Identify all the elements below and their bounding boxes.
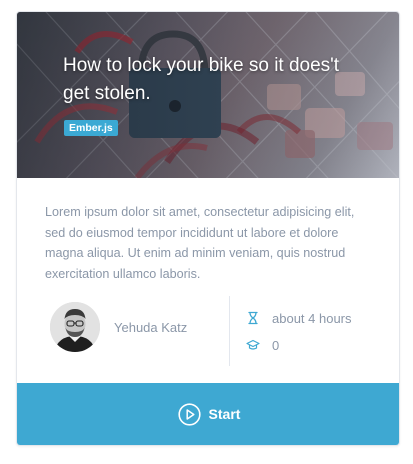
topic-tag[interactable]: Ember.js xyxy=(64,120,118,136)
course-card: How to lock your bike so it does't get s… xyxy=(16,11,400,446)
start-button-label: Start xyxy=(208,406,241,422)
graduation-cap-icon xyxy=(246,338,260,352)
hourglass-icon xyxy=(246,311,260,325)
card-meta: Yehuda Katz about 4 hours 0 xyxy=(17,296,399,386)
students-stat: 0 xyxy=(246,336,279,354)
card-description: Lorem ipsum dolor sit amet, consectetur … xyxy=(45,205,355,281)
card-hero-image: How to lock your bike so it does't get s… xyxy=(17,12,399,178)
duration-value: about 4 hours xyxy=(272,310,352,326)
play-circle-icon xyxy=(177,402,201,426)
author-avatar[interactable] xyxy=(50,302,100,352)
author-name[interactable]: Yehuda Katz xyxy=(114,320,187,335)
duration-stat: about 4 hours xyxy=(246,309,352,327)
start-button[interactable]: Start xyxy=(17,383,399,445)
students-count: 0 xyxy=(272,337,280,353)
avatar-photo xyxy=(50,302,100,352)
card-title[interactable]: How to lock your bike so it does't get s… xyxy=(63,52,353,108)
meta-divider xyxy=(229,296,230,366)
